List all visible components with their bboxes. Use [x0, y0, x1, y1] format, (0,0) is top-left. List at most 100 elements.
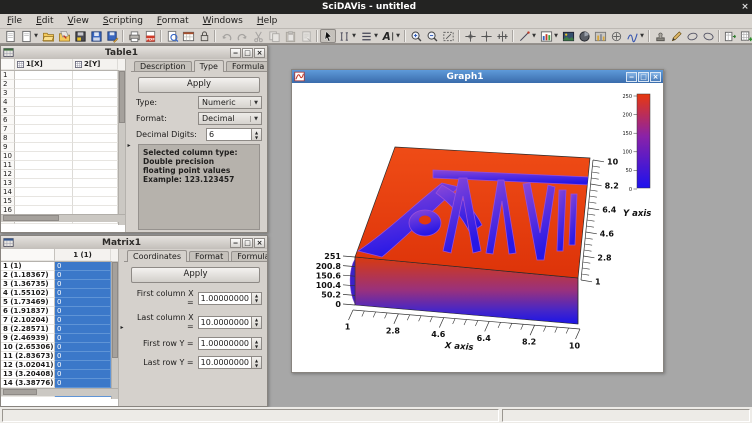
tab-description[interactable]: Description — [134, 61, 192, 71]
toolbar-convert-table-button[interactable] — [722, 29, 738, 43]
table1-horizontal-scrollbar[interactable] — [1, 214, 125, 222]
toolbar-copy-button[interactable] — [266, 29, 282, 43]
toolbar-curve-tool-button[interactable]: ▼ — [624, 29, 646, 43]
toolbar-save-project-button[interactable] — [88, 29, 104, 43]
table-cell[interactable] — [73, 125, 118, 134]
matrix1-maximize-button[interactable]: □ — [242, 238, 253, 248]
toolbar-pencil-button[interactable] — [668, 29, 684, 43]
tab-format[interactable]: Format — [189, 251, 229, 261]
matrix-row[interactable]: 11 (2.83673)0 — [1, 352, 118, 361]
toolbar-rescale-button[interactable] — [440, 29, 456, 43]
table-cell[interactable] — [15, 116, 73, 125]
table-row[interactable]: 5 — [1, 107, 125, 116]
table-cell[interactable] — [15, 71, 73, 80]
table1-maximize-button[interactable]: □ — [242, 48, 253, 58]
toolbar-add-text-button[interactable]: A▼ — [380, 29, 402, 43]
matrix-cell[interactable]: 0 — [55, 370, 111, 379]
chevron-down-icon[interactable]: ▼ — [250, 100, 261, 106]
tab-coordinates[interactable]: Coordinates — [127, 250, 187, 262]
coordinate-spinbox-1[interactable]: 10.0000000▲▼ — [198, 316, 262, 329]
toolbar-new-project-button[interactable] — [2, 29, 18, 43]
table-row[interactable]: 13 — [1, 179, 125, 188]
table-row[interactable]: 4 — [1, 98, 125, 107]
toolbar-ellipse-button[interactable] — [684, 29, 700, 43]
toolbar-find-button[interactable] — [164, 29, 180, 43]
toolbar-error-bars-button[interactable]: ▼ — [336, 29, 358, 43]
table-cell[interactable] — [73, 116, 118, 125]
toolbar-undo-button[interactable] — [218, 29, 234, 43]
table1-close-button[interactable]: × — [254, 48, 265, 58]
toolbar-stamp-button[interactable] — [652, 29, 668, 43]
toolbar-add-layer-window-button[interactable] — [180, 29, 196, 43]
menu-help[interactable]: Help — [250, 15, 285, 28]
matrix-row[interactable]: 13 (3.20408)0 — [1, 370, 118, 379]
menu-format[interactable]: Format — [150, 15, 196, 28]
table-cell[interactable] — [15, 125, 73, 134]
matrix-cell[interactable]: 0 — [55, 334, 111, 343]
matrix1-horizontal-scrollbar[interactable] — [1, 388, 118, 396]
spinner-arrows-icon[interactable]: ▲▼ — [251, 338, 261, 349]
table-cell[interactable] — [73, 71, 118, 80]
table-cell[interactable] — [73, 98, 118, 107]
tab-formula[interactable]: Formula — [231, 251, 267, 261]
matrix-row[interactable]: 8 (2.28571)0 — [1, 325, 118, 334]
matrix-cell[interactable]: 0 — [55, 280, 111, 289]
graph1-maximize-button[interactable]: □ — [638, 72, 649, 82]
toolbar-print-button[interactable] — [126, 29, 142, 43]
table-row[interactable]: 14 — [1, 188, 125, 197]
toolbar-screen-reader-button[interactable] — [462, 29, 478, 43]
table-cell[interactable] — [15, 170, 73, 179]
table1-apply-button[interactable]: Apply — [138, 77, 260, 93]
table-row[interactable]: 11 — [1, 161, 125, 170]
table-cell[interactable] — [73, 179, 118, 188]
matrix1-apply-button[interactable]: Apply — [131, 267, 260, 283]
table1-grid[interactable]: 1[X]2[Y]1234567891011121314151617 — [1, 59, 125, 232]
graph1-canvas[interactable]: 251200.8150.6100.450.2012.84.66.48.210X … — [292, 83, 663, 372]
table-cell[interactable] — [15, 152, 73, 161]
table-cell[interactable] — [15, 89, 73, 98]
column-header-1x[interactable]: 1[X] — [15, 59, 73, 70]
table-row[interactable]: 7 — [1, 125, 125, 134]
table-cell[interactable] — [73, 170, 118, 179]
toolbar-open-project-button[interactable] — [40, 29, 56, 43]
matrix-row[interactable]: 12 (3.02041)0 — [1, 361, 118, 370]
table1-titlebar[interactable]: Table1 ‒ □ × — [1, 46, 267, 60]
table-cell[interactable] — [73, 161, 118, 170]
table-cell[interactable] — [15, 107, 73, 116]
menu-file[interactable]: File — [0, 15, 29, 28]
matrix-row[interactable]: 9 (2.46939)0 — [1, 334, 118, 343]
matrix1-titlebar[interactable]: Matrix1 ‒ □ × — [1, 236, 267, 250]
toolbar-import-file-button[interactable] — [56, 29, 72, 43]
spinner-arrows-icon[interactable]: ▲▼ — [251, 317, 261, 328]
toolbar-lock-button[interactable] — [196, 29, 212, 43]
table-row[interactable]: 6 — [1, 116, 125, 125]
toolbar-pie-chart-button[interactable] — [576, 29, 592, 43]
matrix-row[interactable]: 1 (1)0 — [1, 262, 118, 271]
tab-type[interactable]: Type — [194, 60, 224, 72]
coordinate-spinbox-0[interactable]: 1.00000000▲▼ — [198, 292, 262, 305]
matrix-cell[interactable]: 0 — [55, 343, 111, 352]
table-cell[interactable] — [15, 188, 73, 197]
coordinate-spinbox-3[interactable]: 10.0000000▲▼ — [198, 356, 262, 369]
matrix-cell[interactable]: 0 — [55, 298, 111, 307]
toolbar-draw-line-button[interactable]: ▼ — [516, 29, 538, 43]
menu-scripting[interactable]: Scripting — [96, 15, 150, 28]
matrix-cell[interactable]: 0 — [55, 325, 111, 334]
matrix-cell[interactable]: 0 — [55, 262, 111, 271]
toolbar-save-template-button[interactable] — [72, 29, 88, 43]
table-cell[interactable] — [73, 152, 118, 161]
toolbar-zoom-out-button[interactable] — [424, 29, 440, 43]
table-cell[interactable] — [73, 80, 118, 89]
toolbar-zoom-in-button[interactable] — [408, 29, 424, 43]
menu-view[interactable]: View — [61, 15, 96, 28]
table-row[interactable]: 15 — [1, 197, 125, 206]
toolbar-cut-button[interactable] — [250, 29, 266, 43]
matrix-row[interactable]: 10 (2.65306)0 — [1, 343, 118, 352]
toolbar-add-image-button[interactable] — [560, 29, 576, 43]
matrix1-minimize-button[interactable]: ‒ — [230, 238, 241, 248]
table-cell[interactable] — [15, 80, 73, 89]
spinner-arrows-icon[interactable]: ▲▼ — [251, 293, 261, 304]
table-cell[interactable] — [73, 134, 118, 143]
table-cell[interactable] — [15, 179, 73, 188]
matrix-cell[interactable]: 0 — [55, 307, 111, 316]
